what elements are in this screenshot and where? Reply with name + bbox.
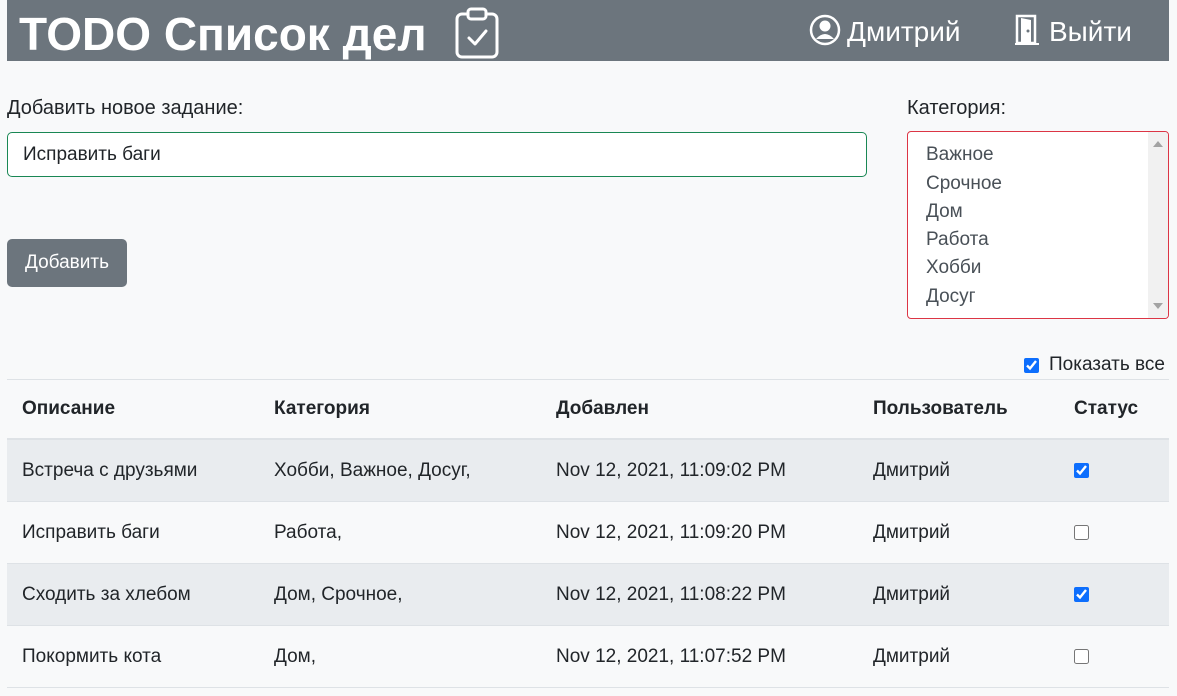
- task-status: [1074, 440, 1089, 501]
- status-checkbox[interactable]: [1074, 649, 1089, 664]
- task-category: Дом, Срочное,: [274, 583, 403, 605]
- category-option[interactable]: Досуг: [926, 285, 976, 309]
- task-user: Дмитрий: [873, 459, 951, 481]
- status-checkbox[interactable]: [1074, 525, 1089, 540]
- task-label: Добавить новое задание:: [7, 97, 244, 119]
- task-input[interactable]: [7, 132, 867, 177]
- navbar: TODO Список дел Дмитрий Выйти: [7, 0, 1169, 61]
- column-header-description: Описание: [22, 398, 116, 419]
- category-option[interactable]: Дом: [926, 200, 963, 224]
- door-open-icon: [1015, 14, 1049, 51]
- task-description: Исправить баги: [22, 521, 160, 543]
- scroll-down-arrow-icon[interactable]: [1153, 303, 1163, 309]
- table-header-row: Описание Категория Добавлен Пользователь…: [7, 379, 1169, 440]
- task-added: Nov 12, 2021, 11:09:02 PM: [556, 459, 786, 481]
- task-description: Встреча с друзьями: [22, 459, 198, 481]
- task-description: Покормить кота: [22, 645, 162, 667]
- task-status: [1074, 626, 1089, 687]
- logout-label: Выйти: [1049, 16, 1132, 47]
- column-header-category: Категория: [274, 398, 370, 419]
- table-row: Исправить баги Работа, Nov 12, 2021, 11:…: [7, 502, 1169, 564]
- task-user: Дмитрий: [873, 645, 951, 667]
- table-row: Сходить за хлебом Дом, Срочное, Nov 12, …: [7, 564, 1169, 626]
- add-button[interactable]: Добавить: [7, 239, 127, 287]
- table-row: Покормить кота Дом, Nov 12, 2021, 11:07:…: [7, 626, 1169, 688]
- clipboard-check-icon: [454, 7, 500, 64]
- tasks-table: Описание Категория Добавлен Пользователь…: [7, 379, 1169, 688]
- task-status: [1074, 502, 1089, 563]
- category-option[interactable]: Работа: [926, 228, 989, 252]
- show-all-checkbox[interactable]: [1024, 357, 1039, 373]
- scroll-up-arrow-icon[interactable]: [1153, 141, 1163, 147]
- task-user: Дмитрий: [873, 521, 951, 543]
- category-scrollbar[interactable]: [1148, 132, 1168, 318]
- user-menu[interactable]: Дмитрий: [809, 14, 961, 50]
- task-added: Nov 12, 2021, 11:07:52 PM: [556, 645, 786, 667]
- status-checkbox[interactable]: [1074, 587, 1089, 602]
- person-circle-icon: [809, 14, 847, 51]
- category-option[interactable]: Срочное: [926, 172, 1002, 196]
- task-status: [1074, 564, 1089, 625]
- category-select[interactable]: Важное Срочное Дом Работа Хобби Досуг: [907, 131, 1169, 319]
- task-added: Nov 12, 2021, 11:09:20 PM: [556, 521, 786, 543]
- category-option[interactable]: Хобби: [926, 256, 981, 280]
- category-option[interactable]: Важное: [926, 143, 994, 167]
- category-label: Категория:: [907, 97, 1007, 119]
- status-checkbox[interactable]: [1074, 463, 1089, 478]
- logout-button[interactable]: Выйти: [1015, 14, 1132, 50]
- show-all-toggle[interactable]: Показать все: [1024, 354, 1165, 376]
- task-user: Дмитрий: [873, 583, 951, 605]
- task-category: Дом,: [274, 645, 316, 667]
- task-category: Работа,: [274, 521, 342, 543]
- task-category: Хобби, Важное, Досуг,: [274, 459, 471, 481]
- column-header-user: Пользователь: [873, 398, 1008, 419]
- table-row: Встреча с друзьями Хобби, Важное, Досуг,…: [7, 440, 1169, 502]
- user-name: Дмитрий: [847, 16, 961, 47]
- task-description: Сходить за хлебом: [22, 583, 191, 605]
- column-header-added: Добавлен: [556, 398, 649, 419]
- column-header-status: Статус: [1074, 398, 1139, 419]
- task-added: Nov 12, 2021, 11:08:22 PM: [556, 583, 786, 605]
- show-all-label: Показать все: [1049, 354, 1165, 375]
- app-title: TODO Список дел: [19, 8, 427, 60]
